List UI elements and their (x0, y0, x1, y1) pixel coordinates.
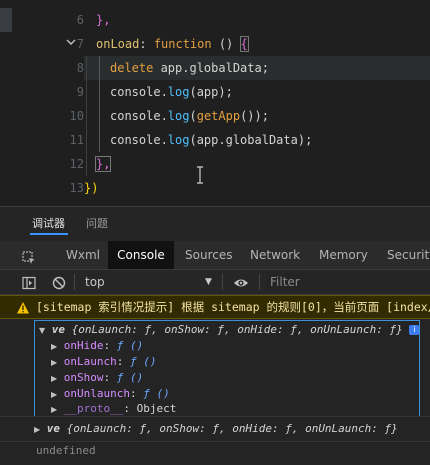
property-value: ƒ () (116, 339, 144, 352)
proto-value: : Object (123, 402, 177, 415)
code-line-12: }, (94, 152, 112, 176)
panel-tab-bar: 调试器 问题 (0, 207, 430, 241)
tab-memory[interactable]: Memory (319, 241, 368, 269)
property-value: ƒ () (130, 355, 157, 368)
devtools-panel: 调试器 问题 Wxml Console Sources Network Memo… (0, 206, 430, 465)
inspect-element-icon[interactable] (22, 247, 36, 264)
warning-text[interactable]: [sitemap 索引情况提示] 根据 sitemap 的规则[0]，当前页面 … (36, 296, 430, 318)
code-line-6: }, (96, 8, 110, 32)
tab-sources[interactable]: Sources (185, 241, 232, 269)
code-token: function (153, 37, 212, 51)
code-line-9: console.log(app); (110, 80, 233, 104)
expand-caret-right-icon[interactable]: ▶ (51, 342, 57, 351)
console-row-divider (0, 416, 430, 417)
code-token: }) (84, 181, 99, 195)
active-tab-indicator (30, 233, 68, 235)
line-number: 12 (69, 157, 84, 171)
tab-issues[interactable]: 问题 (86, 215, 108, 231)
expand-caret-right-icon[interactable]: ▶ (51, 390, 57, 399)
info-badge-icon[interactable]: i (409, 325, 420, 335)
object-summary[interactable]: ▼ ve {onLaunch: ƒ, onShow: ƒ, onHide: ƒ,… (39, 322, 420, 339)
line-number: 11 (69, 133, 84, 147)
console-toolbar: top ▼ (0, 270, 430, 295)
property-value: ƒ () (143, 387, 170, 400)
object-label: ve (51, 323, 66, 336)
expand-caret-right-icon[interactable]: ▶ (51, 358, 57, 367)
line-number: 9 (76, 85, 84, 99)
proto-name: __proto__ (63, 402, 124, 415)
code-token: log (167, 109, 190, 123)
sidebar-toggle-icon[interactable] (22, 275, 36, 290)
code-token: ()); (240, 109, 269, 123)
property-name: onShow (63, 371, 104, 384)
live-expression-eye-icon[interactable] (233, 275, 248, 289)
warning-icon (16, 300, 30, 314)
line-number: 13 (69, 181, 84, 195)
context-selector[interactable]: top (85, 270, 105, 294)
code-line-13: }) (84, 176, 98, 200)
tab-network[interactable]: Network (250, 241, 300, 269)
console-warning-message: [sitemap 索引情况提示] 根据 sitemap 的规则[0]，当前页面 … (0, 295, 430, 319)
tab-debugger[interactable]: 调试器 (32, 215, 65, 231)
object-preview: {onLaunch: ƒ, onShow: ƒ, onHide: ƒ, onUn… (71, 323, 403, 336)
collapsed-object-entry[interactable]: ▶ ve {onLaunch: ƒ, onShow: ƒ, onHide: ƒ,… (34, 421, 398, 438)
indent-guide (86, 56, 87, 176)
clear-console-icon[interactable] (52, 275, 66, 290)
code-line-10: console.log(getApp()); (110, 104, 269, 128)
code-line-8: delete app.globalData; (110, 56, 269, 80)
text-cursor-icon (196, 166, 204, 184)
object-label: ve (46, 422, 61, 435)
code-token: () (211, 37, 241, 51)
code-token: app.globalData; (153, 61, 269, 75)
line-number: 10 (69, 109, 84, 123)
code-token: }, (94, 156, 112, 172)
line-number: 6 (76, 13, 84, 27)
line-number: 8 (76, 61, 84, 75)
code-token: { (239, 36, 249, 52)
dropdown-arrow-icon[interactable]: ▼ (205, 270, 212, 294)
object-property[interactable]: ▶ onLaunch: ƒ () (51, 354, 157, 371)
code-token: console. (110, 133, 168, 147)
code-token: console. (110, 85, 168, 99)
code-token: delete (110, 61, 154, 75)
code-token: : (139, 37, 154, 51)
code-token: ( (189, 109, 197, 123)
toolbar-divider (74, 274, 75, 290)
console-result-undefined: undefined (36, 444, 96, 457)
code-token: getApp (196, 109, 241, 123)
object-property[interactable]: ▶ onHide: ƒ () (51, 338, 143, 355)
toolbar-divider (259, 274, 260, 290)
property-name: onUnlaunch (63, 387, 131, 400)
code-token: onLoad (96, 37, 140, 51)
code-token: console. (110, 109, 168, 123)
property-value: ƒ () (116, 371, 144, 384)
expand-caret-right-icon[interactable]: ▶ (51, 405, 57, 414)
object-preview: {onLaunch: ƒ, onShow: ƒ, onHide: ƒ, onUn… (66, 422, 398, 435)
toolbar-divider (222, 274, 223, 290)
object-property[interactable]: ▶ onShow: ƒ () (51, 370, 143, 387)
code-editor[interactable]: 6 7 8 9 10 11 12 13 }, onLoad: function … (0, 0, 430, 206)
property-name: onLaunch (63, 355, 117, 368)
code-token: (app.globalData); (189, 133, 313, 147)
expand-caret-down-icon[interactable]: ▼ (39, 326, 45, 335)
code-token: log (167, 85, 190, 99)
expand-caret-right-icon[interactable]: ▶ (51, 374, 57, 383)
expand-caret-right-icon[interactable]: ▶ (34, 425, 40, 434)
code-token: }, (96, 13, 111, 27)
code-line-7: onLoad: function () { (96, 32, 249, 56)
tab-security[interactable]: Security (387, 241, 430, 269)
code-line-11: console.log(app.globalData); (110, 128, 312, 152)
tab-console[interactable]: Console (108, 241, 174, 269)
property-name: onHide (63, 339, 104, 352)
devtools-tab-bar: Wxml Console Sources Network Memory Secu… (0, 241, 430, 270)
filter-input[interactable] (266, 272, 430, 292)
expanded-object-entry[interactable]: ▼ ve {onLaunch: ƒ, onShow: ƒ, onHide: ƒ,… (34, 320, 420, 417)
fold-chevron-down-icon[interactable] (64, 36, 78, 50)
editor-gutter-marker (0, 8, 12, 32)
indent-guide-active (99, 56, 100, 152)
code-token: (app); (189, 85, 233, 99)
console-row-divider (0, 441, 430, 442)
code-token: log (167, 133, 190, 147)
tab-wxml[interactable]: Wxml (66, 241, 100, 269)
